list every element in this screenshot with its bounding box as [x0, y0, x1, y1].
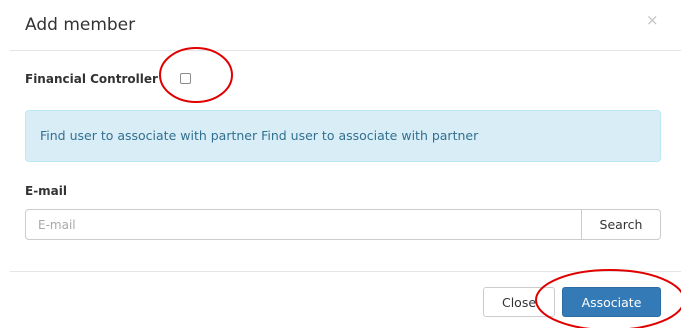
annotation-circle-checkbox	[159, 47, 233, 103]
add-member-modal: Add member × Financial Controller Find u…	[0, 0, 681, 328]
close-button[interactable]: Close	[483, 287, 555, 317]
info-alert: Find user to associate with partner Find…	[25, 110, 661, 162]
associate-button[interactable]: Associate	[562, 287, 661, 317]
financial-controller-checkbox[interactable]	[180, 73, 191, 84]
close-icon[interactable]: ×	[646, 12, 659, 28]
email-label: E-mail	[25, 184, 68, 198]
email-input[interactable]	[25, 209, 582, 240]
search-button[interactable]: Search	[581, 209, 661, 240]
header-divider	[10, 50, 681, 51]
footer-divider	[10, 271, 681, 272]
financial-controller-label: Financial Controller	[25, 72, 158, 86]
modal-title: Add member	[25, 15, 136, 35]
